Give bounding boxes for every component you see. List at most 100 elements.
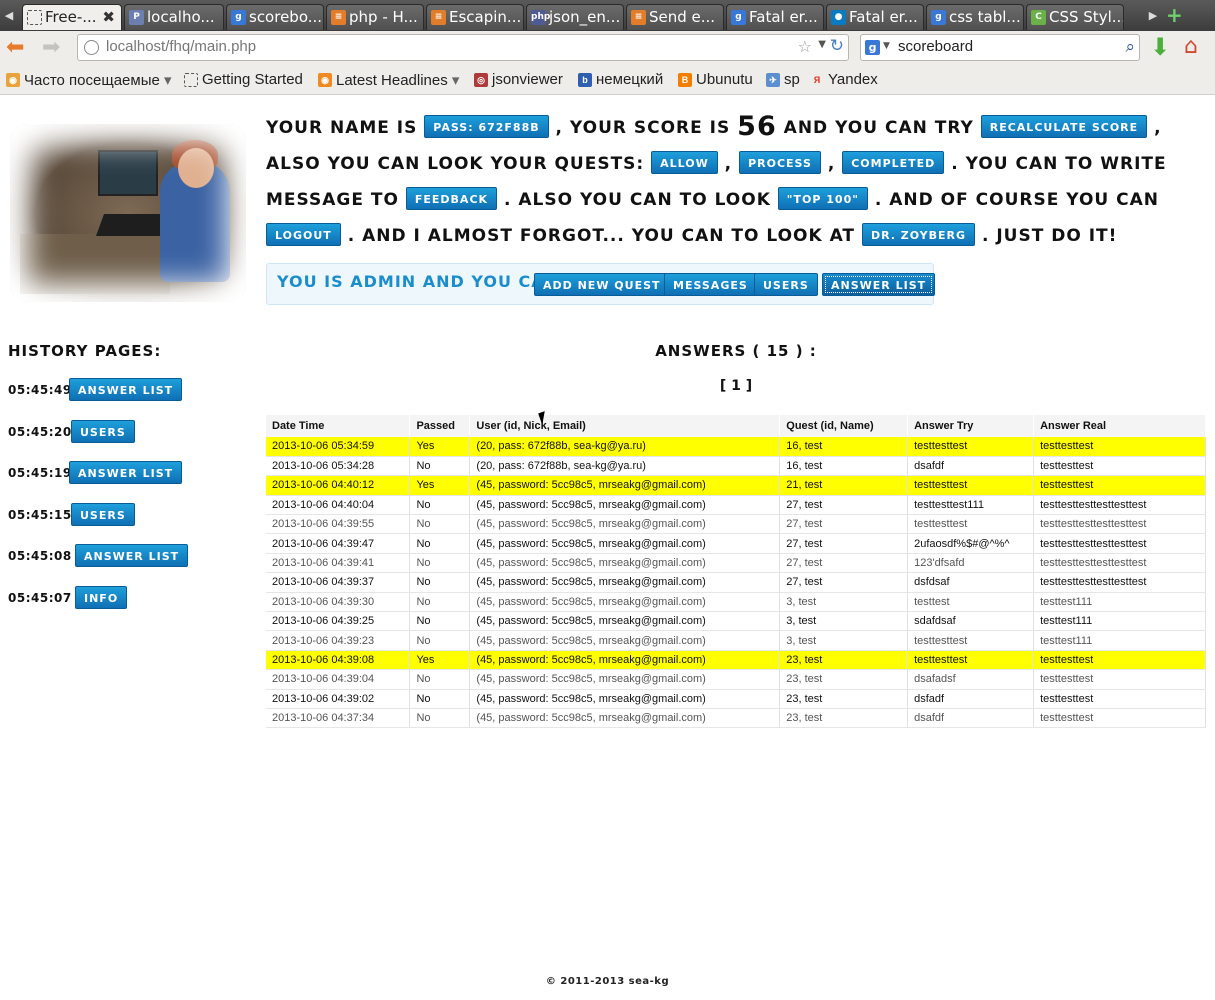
bookmark-star-icon[interactable]: ☆	[798, 37, 812, 56]
user-name-button[interactable]: pass: 672f88b	[424, 115, 549, 138]
completed-quests-button[interactable]: completed	[842, 151, 945, 174]
tab-label: Fatal er...	[749, 8, 818, 26]
search-bar[interactable]: g ▼ scoreboard ⌕	[860, 34, 1140, 61]
history-link-button[interactable]: answer list	[75, 544, 189, 567]
recalculate-score-button[interactable]: recalculate score	[980, 115, 1148, 138]
cell-quest: 27, test	[779, 533, 909, 554]
cell-passed: No	[409, 553, 471, 574]
dr-zoyberg-button[interactable]: dr. zoyberg	[861, 223, 976, 246]
sp-icon: ✈	[766, 73, 780, 87]
tab-2[interactable]: Plocalho...	[124, 4, 224, 30]
profile-photo	[10, 124, 246, 302]
column-header[interactable]: Passed	[409, 415, 471, 437]
column-header[interactable]: User (id, Nick, Email)	[469, 415, 781, 437]
cell-passed: Yes	[409, 475, 471, 496]
bookmark-7[interactable]: ✈ sp	[766, 71, 800, 88]
logout-button[interactable]: logout	[266, 223, 341, 246]
pma-icon: P	[129, 10, 144, 25]
bookmark-5[interactable]: b немецкий	[578, 71, 663, 88]
process-quests-button[interactable]: process	[739, 151, 821, 174]
user-intro-text: your name is pass: 672f88b , your score …	[266, 109, 1201, 254]
tab-1[interactable]: Free-... ✖	[22, 4, 122, 30]
cell-answer-real: testtesttesttesttesttest	[1033, 553, 1206, 574]
table-row: 2013-10-06 04:40:12 Yes (45, password: 5cc…	[266, 475, 1206, 496]
cell-datetime: 2013-10-06 04:39:04	[266, 669, 411, 690]
cell-answer-real: testtesttest	[1033, 669, 1206, 690]
history-link-button[interactable]: users	[71, 503, 135, 526]
table-row: 2013-10-06 05:34:59 Yes (20, pass: 672f88b…	[266, 437, 1206, 457]
close-tab-icon[interactable]: ✖	[102, 5, 115, 29]
cell-quest: 3, test	[779, 630, 909, 651]
column-header[interactable]: Answer Real	[1033, 415, 1206, 437]
add-new-quest-button[interactable]: add new quest	[534, 273, 670, 296]
cell-answer-real: testtesttest	[1033, 708, 1206, 729]
bookmark-1[interactable]: ◉ Часто посещаемые ▾	[6, 71, 172, 89]
bookmark-label: Getting Started	[202, 71, 303, 88]
allow-quests-button[interactable]: allow	[651, 151, 718, 174]
home-icon[interactable]: ⌂	[1184, 34, 1198, 59]
cell-answer-real: testtest111	[1033, 630, 1206, 651]
tab-10[interactable]: g css tabl...	[926, 4, 1024, 30]
column-header[interactable]: Answer Try	[907, 415, 1035, 437]
top-100-button[interactable]: "top 100"	[777, 187, 868, 210]
url-bar[interactable]: localhost/fhq/main.php ☆ ▼ ↻	[77, 34, 849, 61]
cell-passed: No	[409, 611, 471, 632]
tab-6[interactable]: php json_en...	[526, 4, 624, 30]
history-link-button[interactable]: users	[71, 420, 135, 443]
bookmark-8[interactable]: Я Yandex	[810, 71, 878, 88]
bookmark-6[interactable]: B Ubunutu	[678, 71, 753, 88]
cell-answer-try: dsafadsf	[907, 669, 1035, 690]
tab-11[interactable]: C CSS Styl...	[1026, 4, 1124, 30]
users-button[interactable]: users	[754, 273, 818, 296]
tab-scroll-left-icon[interactable]: ◀	[2, 6, 16, 26]
column-header[interactable]: Date Time	[266, 415, 411, 437]
cell-answer-try: testtesttest	[907, 514, 1035, 535]
forward-arrow-icon[interactable]: ➡	[42, 34, 60, 62]
dropdown-arrow-icon: ▾	[159, 72, 172, 89]
bookmark-label: Latest Headlines	[336, 72, 448, 89]
cell-quest: 27, test	[779, 572, 909, 593]
messages-button[interactable]: messages	[664, 273, 757, 296]
cell-quest: 3, test	[779, 592, 909, 613]
new-tab-icon[interactable]: +	[1166, 5, 1183, 25]
history-link-button[interactable]: answer list	[69, 378, 183, 401]
admin-label: You is admin and you can:	[277, 272, 567, 291]
bookmark-3[interactable]: ◉ Latest Headlines ▾	[318, 71, 459, 89]
history-link-button[interactable]: info	[75, 586, 128, 609]
answer-list-button[interactable]: answer list	[822, 273, 936, 296]
tab-9[interactable]: ● Fatal er...	[826, 4, 924, 30]
pagination-link[interactable]: [ 1 ]	[266, 378, 1206, 394]
bookmark-4[interactable]: ◎ jsonviewer	[474, 71, 563, 88]
tab-5[interactable]: ≡ Escapin...	[426, 4, 524, 30]
column-header[interactable]: Quest (id, Name)	[779, 415, 909, 437]
search-engine-dropdown-icon[interactable]: ▼	[883, 41, 890, 51]
downloads-icon[interactable]: ⬇	[1150, 33, 1170, 61]
tab-3[interactable]: g scorebo...	[226, 4, 324, 30]
cell-datetime: 2013-10-06 04:39:23	[266, 630, 411, 651]
history-link-button[interactable]: answer list	[69, 461, 183, 484]
dotted-page-icon	[27, 10, 42, 25]
magnifier-icon[interactable]: ⌕	[1125, 37, 1135, 57]
tab-7[interactable]: ≡ Send e...	[626, 4, 724, 30]
reload-icon[interactable]: ↻	[830, 36, 844, 56]
tab-4[interactable]: ≡ php - H...	[326, 4, 424, 30]
google-search-icon[interactable]: g	[865, 40, 880, 55]
tab-label: Escapin...	[449, 8, 522, 26]
bookmark-2[interactable]: Getting Started	[184, 71, 303, 88]
url-history-dropdown-icon[interactable]: ▼	[818, 39, 826, 50]
feedback-button[interactable]: feedback	[405, 187, 498, 210]
cell-user: (45, password: 5cc98c5, mrseakg@gmail.co…	[469, 533, 781, 554]
search-text[interactable]: scoreboard	[898, 38, 973, 55]
tab-scroll-right-icon[interactable]: ▶	[1146, 6, 1160, 26]
table-header-row: Date Time Passed User (id, Nick, Email) Que…	[266, 415, 1206, 437]
admin-panel: You is admin and you can: add new quest …	[266, 263, 936, 305]
footer-copyright: © 2011-2013 sea-kg	[545, 976, 670, 987]
url-text[interactable]: localhost/fhq/main.php	[106, 38, 256, 55]
answers-title: Answers ( 15 ) :	[655, 342, 817, 360]
cell-answer-real: testtesttest	[1033, 475, 1206, 496]
cell-quest: 27, test	[779, 553, 909, 574]
history-time: 05:45:20	[8, 425, 72, 439]
cell-quest: 21, test	[779, 475, 909, 496]
tab-8[interactable]: g Fatal er...	[726, 4, 824, 30]
back-arrow-icon[interactable]: ⬅	[6, 34, 24, 62]
